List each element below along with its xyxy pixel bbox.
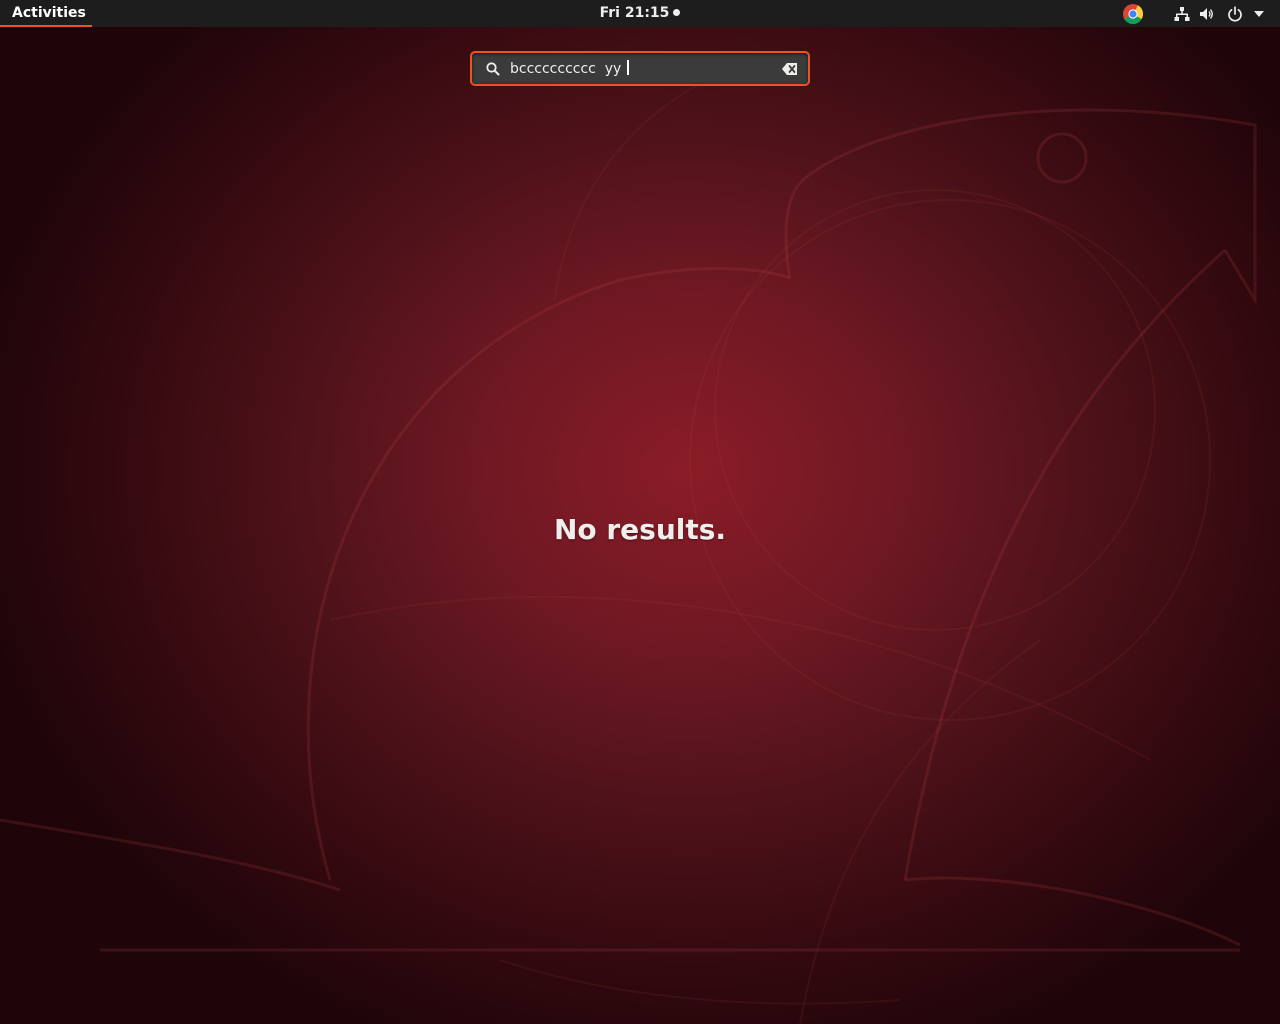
volume-icon: [1193, 6, 1221, 22]
power-icon: [1221, 5, 1249, 22]
clock-container: Fri 21:15: [0, 0, 1280, 27]
notification-dot-icon: [673, 9, 681, 16]
top-bar: Activities Fri 21:15: [0, 0, 1280, 27]
search-icon: [486, 62, 500, 76]
system-status-menu[interactable]: [1168, 0, 1272, 27]
chrome-icon: [1123, 3, 1143, 24]
clear-icon[interactable]: [782, 62, 798, 76]
chrome-tray-button[interactable]: [1120, 0, 1146, 27]
search-input[interactable]: bcccccccccc yy: [510, 59, 770, 79]
search-input-text: bcccccccccc yy: [510, 61, 626, 77]
clock-button[interactable]: Fri 21:15: [600, 0, 681, 27]
dropdown-arrow-icon: [1249, 10, 1269, 17]
activities-label: Activities: [12, 5, 86, 21]
text-caret: [626, 60, 629, 75]
no-results-message: No results.: [553, 513, 727, 546]
network-icon: [1171, 6, 1193, 22]
clock-text: Fri 21:15: [599, 5, 670, 21]
activities-button[interactable]: Activities: [0, 0, 92, 27]
search-entry[interactable]: bcccccccccc yy: [470, 51, 810, 86]
activities-underline: [0, 25, 92, 27]
